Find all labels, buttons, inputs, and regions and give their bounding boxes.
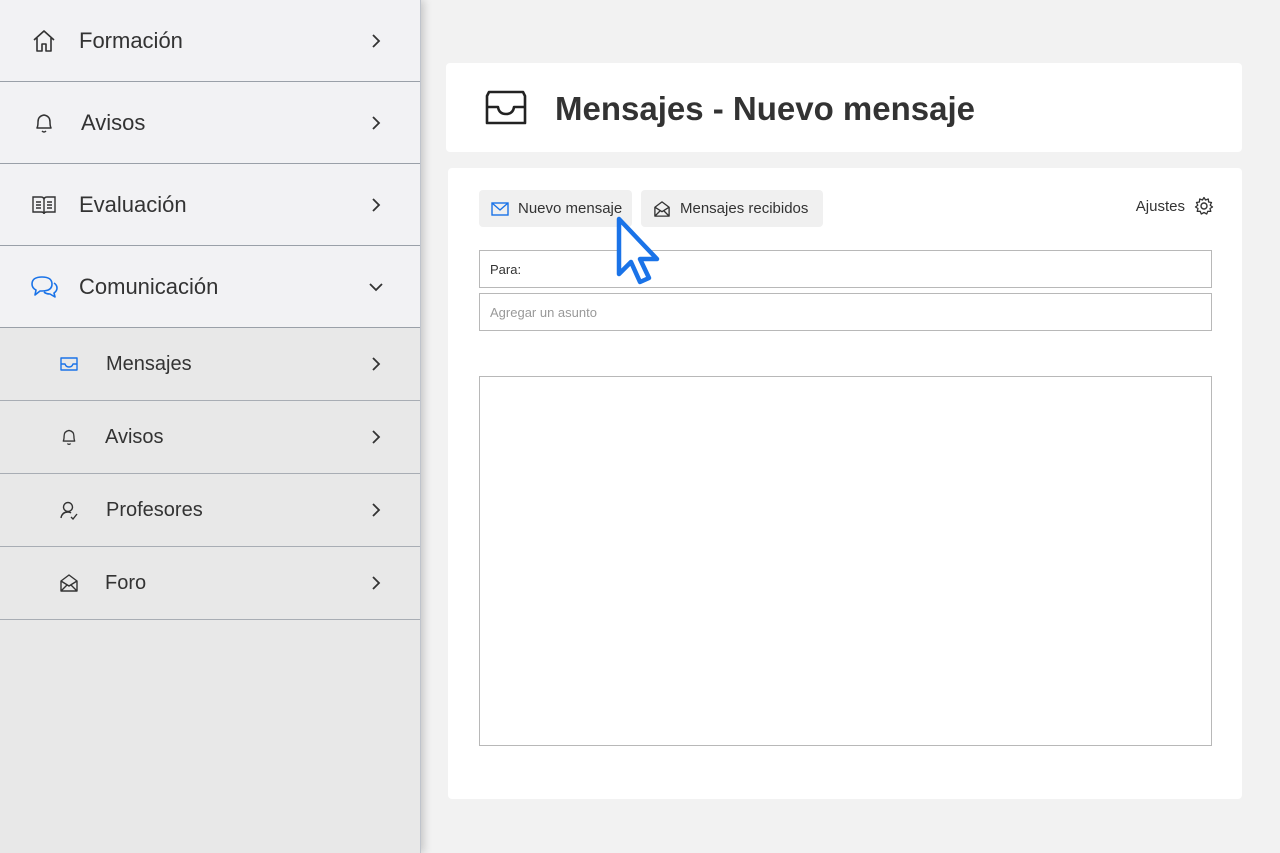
open-envelope-icon (58, 572, 80, 594)
sidebar-item-comunicacion[interactable]: Comunicación (0, 246, 420, 328)
page-title: Mensajes - Nuevo mensaje (555, 90, 976, 127)
sidebar-subitem-avisos[interactable]: Avisos (0, 401, 420, 474)
received-messages-button[interactable]: Mensajes recibidos (641, 190, 823, 227)
chevron-right-icon (368, 115, 384, 131)
sidebar-item-label: Evaluación (79, 191, 187, 217)
gear-icon (1194, 196, 1214, 216)
chevron-right-icon (368, 502, 384, 518)
sidebar-item-label: Comunicación (79, 273, 219, 299)
sidebar-item-formacion[interactable]: Formación (0, 0, 420, 82)
received-messages-label: Mensajes recibidos (680, 200, 809, 217)
sidebar-subitem-label: Avisos (105, 425, 164, 448)
sidebar-item-avisos[interactable]: Avisos (0, 82, 420, 164)
chevron-right-icon (368, 575, 384, 591)
bell-icon (30, 109, 58, 137)
sidebar: Formación Avisos Evaluación Comunicación (0, 0, 421, 853)
chevron-right-icon (368, 429, 384, 445)
to-field[interactable]: Para: (479, 250, 1212, 288)
sidebar-subitem-label: Mensajes (106, 352, 192, 375)
sidebar-item-evaluacion[interactable]: Evaluación (0, 164, 420, 246)
sidebar-subitem-label: Foro (105, 571, 147, 594)
message-body-textarea[interactable] (479, 376, 1212, 746)
new-message-button[interactable]: Nuevo mensaje (479, 190, 632, 227)
inbox-icon (484, 90, 528, 126)
sidebar-subitem-label: Profesores (106, 498, 203, 521)
sidebar-item-label: Avisos (81, 109, 146, 135)
compose-panel: Nuevo mensaje Mensajes recibidos Ajustes… (448, 168, 1242, 799)
subject-input[interactable] (479, 293, 1212, 331)
settings-label: Ajustes (1135, 197, 1185, 215)
user-check-icon (58, 499, 80, 521)
chevron-right-icon (368, 197, 384, 213)
settings-button[interactable]: Ajustes (1136, 196, 1214, 216)
page-header: Mensajes - Nuevo mensaje (446, 63, 1242, 152)
open-envelope-icon (653, 200, 671, 217)
new-message-label: Nuevo mensaje (518, 200, 623, 217)
envelope-icon (491, 201, 509, 216)
sidebar-subitem-mensajes[interactable]: Mensajes (0, 328, 420, 401)
chevron-right-icon (368, 356, 384, 372)
bell-icon (58, 426, 80, 448)
sidebar-subitem-foro[interactable]: Foro (0, 547, 420, 620)
sidebar-subitem-profesores[interactable]: Profesores (0, 474, 420, 547)
to-label: Para: (490, 261, 522, 277)
chevron-down-icon (368, 279, 384, 295)
sidebar-item-label: Formación (79, 27, 183, 53)
book-icon (30, 191, 58, 219)
inbox-icon (58, 353, 80, 375)
chevron-right-icon (368, 33, 384, 49)
home-icon (30, 27, 58, 55)
chat-bubbles-icon (30, 273, 58, 301)
